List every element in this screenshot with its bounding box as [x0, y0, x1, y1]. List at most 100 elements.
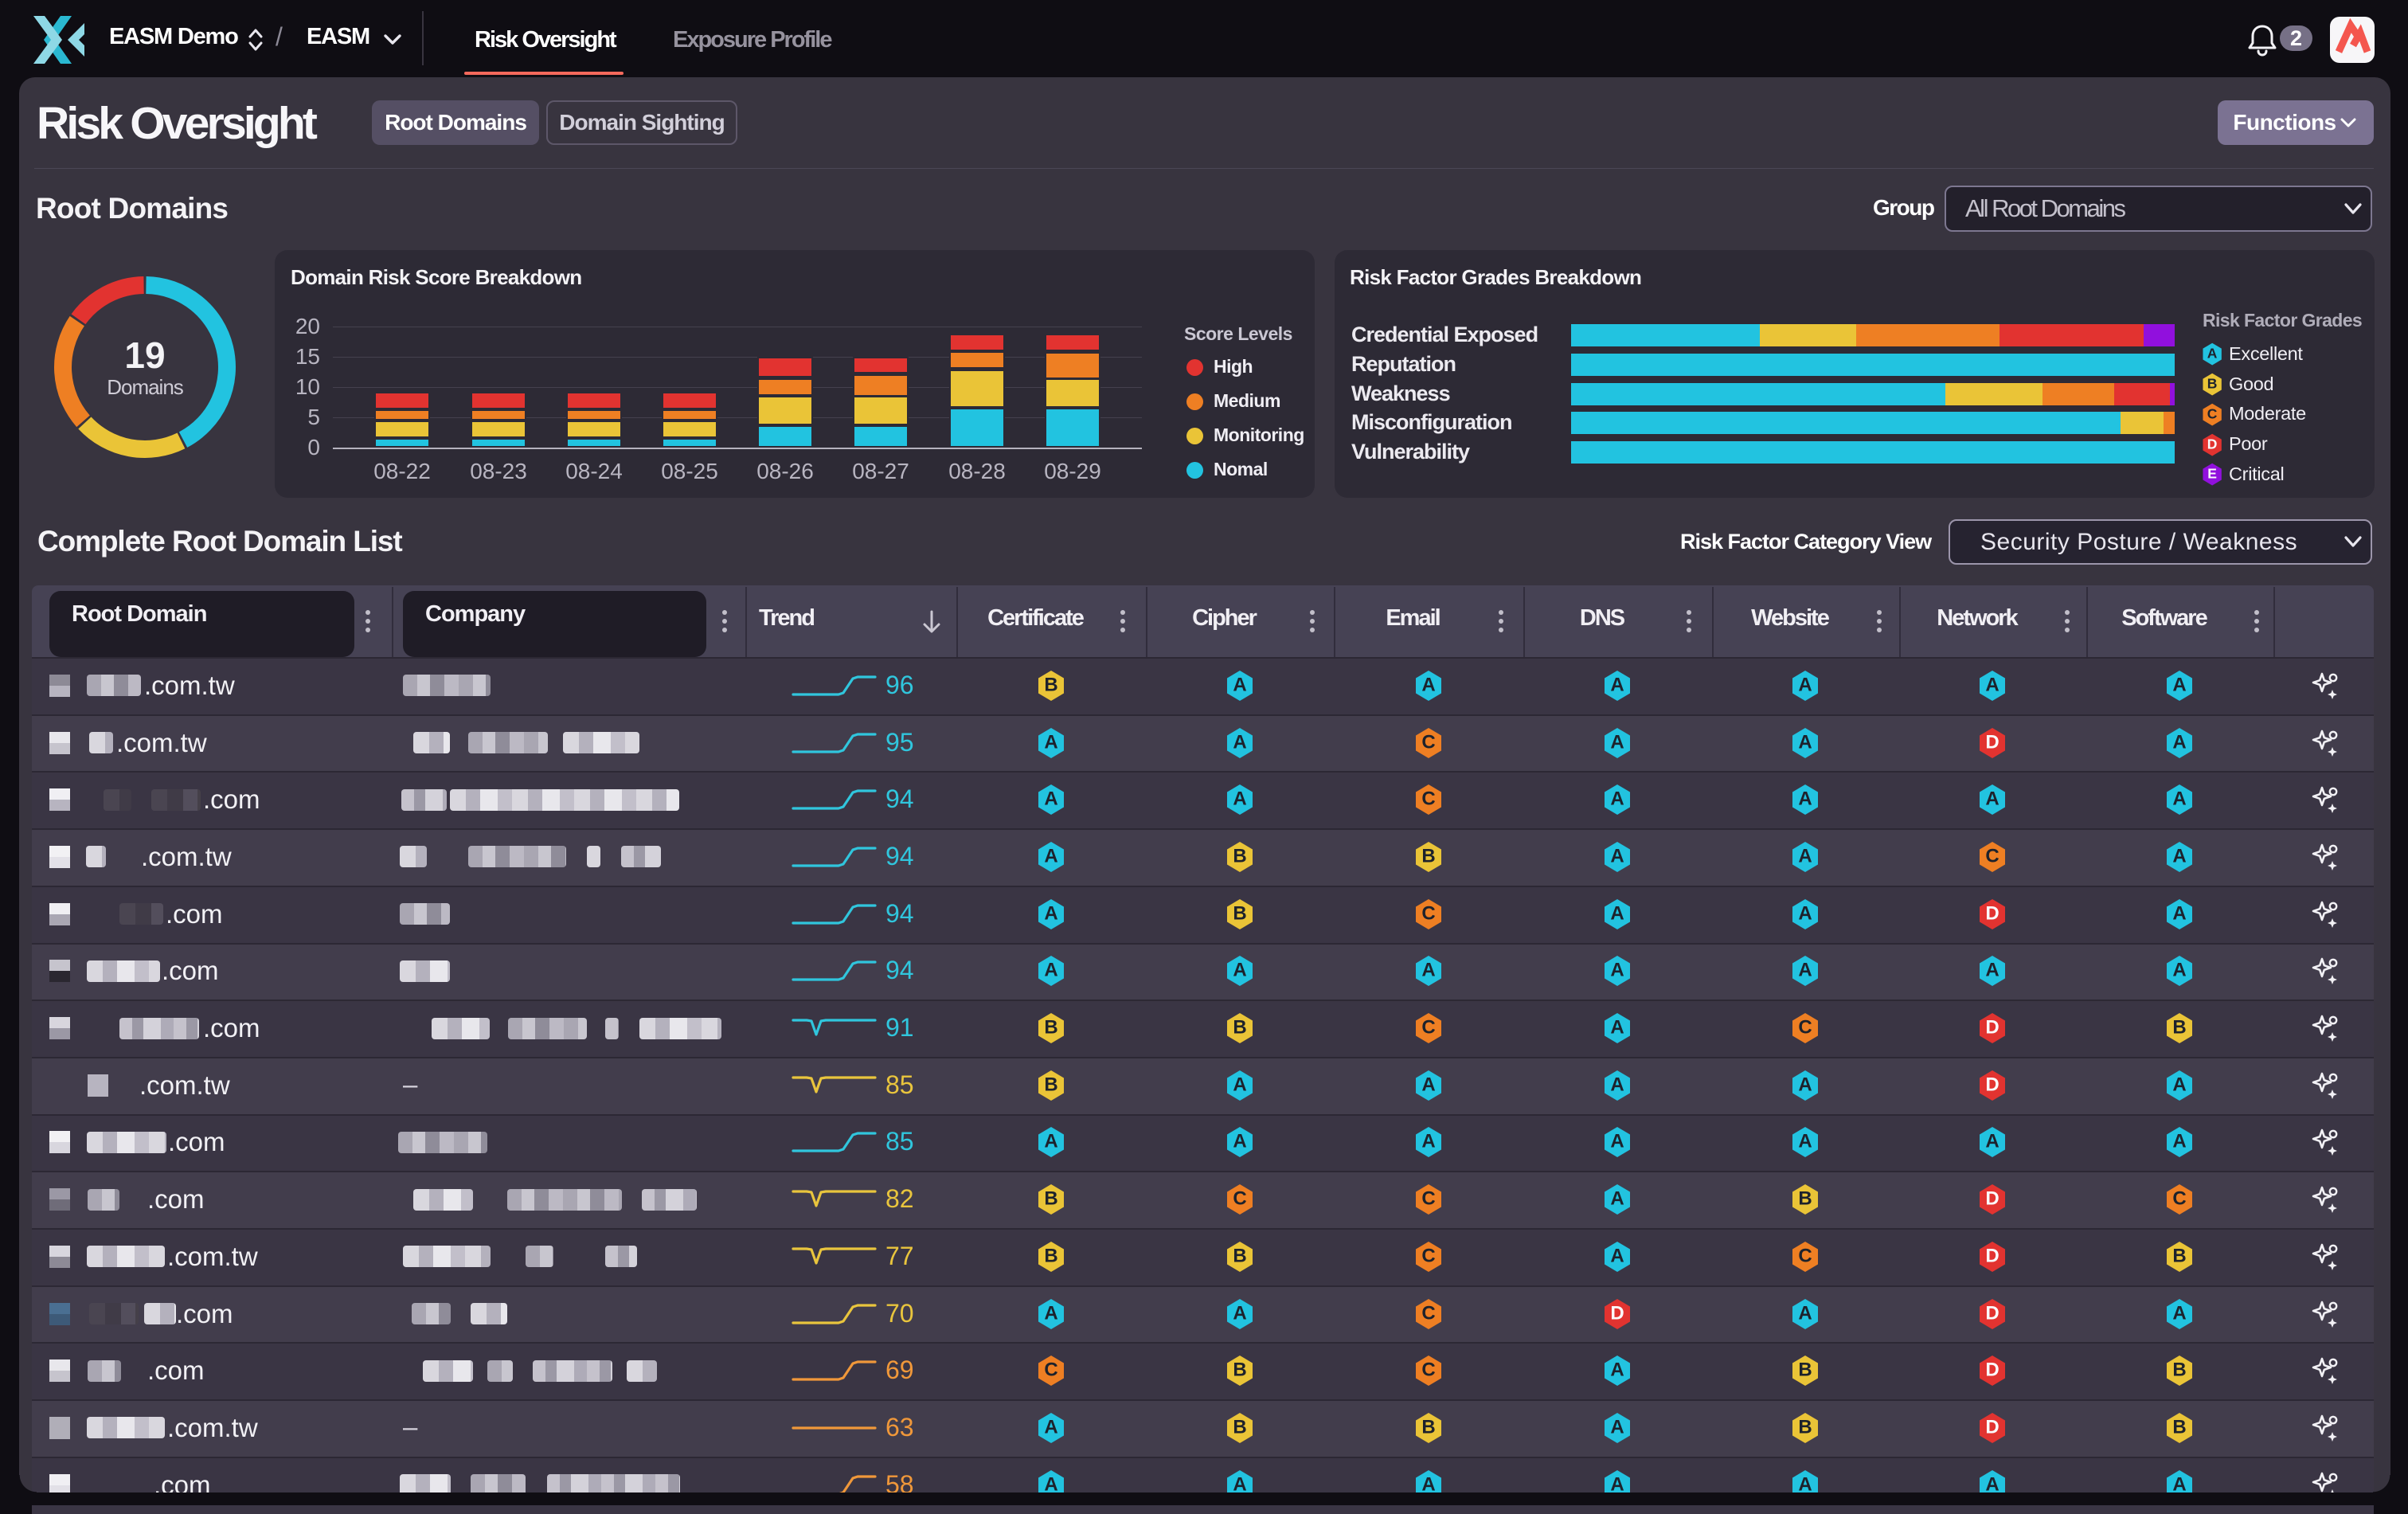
svg-text:A: A	[1610, 960, 1624, 981]
svg-text:B: B	[2172, 1017, 2186, 1039]
svg-text:A: A	[1421, 1074, 1435, 1096]
svg-text:D: D	[1985, 903, 1999, 925]
svg-text:A: A	[1798, 732, 1812, 753]
svg-text:A: A	[1044, 846, 1057, 867]
svg-text:D: D	[1610, 1303, 1624, 1324]
svg-text:A: A	[1610, 1359, 1624, 1381]
svg-text:C: C	[1421, 1359, 1435, 1381]
svg-text:B: B	[1798, 1188, 1812, 1210]
svg-text:A: A	[1610, 1188, 1624, 1210]
svg-text:C: C	[1798, 1017, 1812, 1039]
svg-text:A: A	[2172, 675, 2186, 696]
svg-text:A: A	[1985, 1131, 1999, 1152]
svg-text:B: B	[1044, 675, 1057, 696]
svg-text:A: A	[2172, 903, 2186, 925]
svg-text:D: D	[1985, 1188, 1999, 1210]
svg-text:A: A	[1985, 675, 1999, 696]
svg-text:B: B	[1421, 846, 1435, 867]
svg-text:A: A	[1044, 960, 1057, 981]
svg-text:B: B	[1233, 1359, 1246, 1381]
svg-text:B: B	[1798, 1417, 1812, 1438]
svg-text:A: A	[1798, 1074, 1812, 1096]
svg-text:A: A	[1798, 675, 1812, 696]
svg-text:B: B	[1233, 1246, 1246, 1267]
svg-text:C: C	[1421, 1017, 1435, 1039]
svg-text:A: A	[1610, 1417, 1624, 1438]
svg-text:A: A	[2172, 1303, 2186, 1324]
svg-text:A: A	[1610, 903, 1624, 925]
svg-text:A: A	[1233, 788, 1246, 810]
svg-text:A: A	[2172, 1131, 2186, 1152]
svg-text:B: B	[2172, 1417, 2186, 1438]
svg-text:A: A	[1798, 1303, 1812, 1324]
svg-text:A: A	[1421, 1131, 1435, 1152]
svg-text:A: A	[1044, 903, 1057, 925]
svg-text:A: A	[1044, 1417, 1057, 1438]
svg-text:A: A	[1798, 846, 1812, 867]
svg-text:A: A	[1233, 732, 1246, 753]
svg-text:C: C	[1233, 1188, 1246, 1210]
svg-text:A: A	[2172, 732, 2186, 753]
svg-text:D: D	[1985, 1359, 1999, 1381]
svg-text:A: A	[1233, 960, 1246, 981]
svg-text:A: A	[1798, 960, 1812, 981]
svg-text:A: A	[1798, 788, 1812, 810]
svg-text:B: B	[1798, 1359, 1812, 1381]
svg-text:B: B	[1233, 903, 1246, 925]
svg-text:A: A	[1610, 788, 1624, 810]
svg-text:B: B	[1044, 1188, 1057, 1210]
svg-text:A: A	[1421, 675, 1435, 696]
svg-text:C: C	[1798, 1246, 1812, 1267]
svg-text:B: B	[1044, 1017, 1057, 1039]
svg-text:C: C	[1421, 1303, 1435, 1324]
svg-text:A: A	[1610, 1074, 1624, 1096]
svg-text:A: A	[1985, 960, 1999, 981]
svg-text:B: B	[2207, 375, 2218, 391]
svg-text:D: D	[1985, 1303, 1999, 1324]
svg-text:C: C	[1044, 1359, 1057, 1381]
svg-text:C: C	[1421, 903, 1435, 925]
svg-text:A: A	[1044, 788, 1057, 810]
svg-text:A: A	[1610, 675, 1624, 696]
svg-text:A: A	[1610, 846, 1624, 867]
svg-text:C: C	[1985, 846, 1999, 867]
svg-text:A: A	[1610, 1246, 1624, 1267]
svg-text:C: C	[1421, 788, 1435, 810]
svg-text:A: A	[1233, 1303, 1246, 1324]
svg-text:A: A	[1044, 1131, 1057, 1152]
svg-text:C: C	[1421, 732, 1435, 753]
svg-text:A: A	[1610, 1017, 1624, 1039]
svg-text:D: D	[1985, 732, 1999, 753]
svg-text:A: A	[2172, 1074, 2186, 1096]
svg-text:B: B	[2172, 1246, 2186, 1267]
svg-text:D: D	[1985, 1074, 1999, 1096]
svg-text:A: A	[1421, 960, 1435, 981]
svg-text:A: A	[1044, 732, 1057, 753]
svg-text:D: D	[1985, 1246, 1999, 1267]
svg-text:A: A	[1233, 675, 1246, 696]
svg-text:B: B	[2172, 1359, 2186, 1381]
svg-text:A: A	[2172, 788, 2186, 810]
svg-text:A: A	[1233, 1074, 1246, 1096]
svg-text:A: A	[2172, 960, 2186, 981]
svg-text:A: A	[1798, 903, 1812, 925]
svg-text:E: E	[2207, 465, 2217, 481]
svg-text:C: C	[1421, 1188, 1435, 1210]
svg-text:A: A	[1985, 788, 1999, 810]
svg-text:D: D	[1985, 1417, 1999, 1438]
svg-text:C: C	[2207, 405, 2218, 421]
svg-text:B: B	[1233, 1017, 1246, 1039]
svg-text:D: D	[2207, 436, 2218, 452]
svg-text:D: D	[1985, 1017, 1999, 1039]
svg-text:A: A	[1798, 1131, 1812, 1152]
svg-text:B: B	[1421, 1417, 1435, 1438]
svg-text:B: B	[1233, 846, 1246, 867]
svg-text:A: A	[1044, 1303, 1057, 1324]
svg-text:A: A	[1610, 1131, 1624, 1152]
svg-text:A: A	[2172, 846, 2186, 867]
svg-text:B: B	[1233, 1417, 1246, 1438]
svg-text:B: B	[1044, 1246, 1057, 1267]
svg-text:A: A	[2207, 345, 2218, 361]
svg-text:C: C	[2172, 1188, 2186, 1210]
svg-text:B: B	[1044, 1074, 1057, 1096]
